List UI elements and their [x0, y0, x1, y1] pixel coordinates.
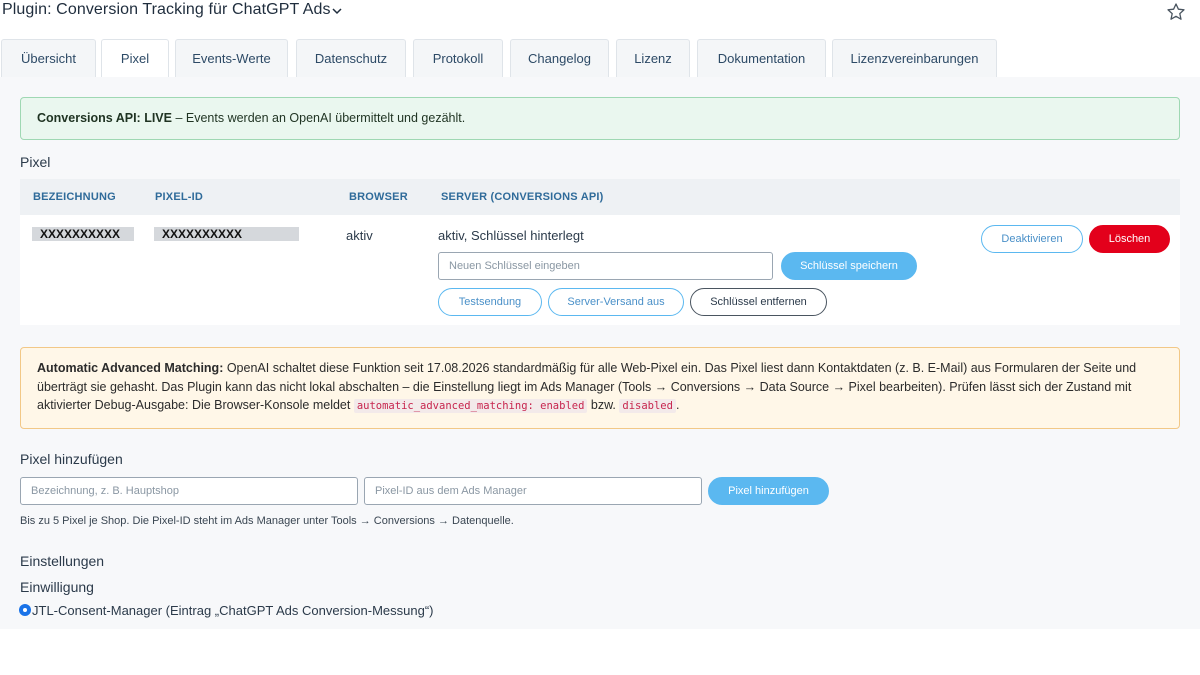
warning-line-3-pre: aktivierter Debug-Ausgabe: Die Browser-K… [37, 398, 354, 412]
tab-content: Conversions API: LIVE – Events werden an… [0, 77, 1200, 629]
server-send-off-button[interactable]: Server-Versand aus [548, 288, 684, 316]
column-header-pixel-id: PIXEL-ID [155, 191, 204, 203]
tab-uebersicht[interactable]: Übersicht [1, 39, 96, 77]
delete-button[interactable]: Löschen [1089, 225, 1170, 253]
warning-line-1: OpenAI schaltet diese Funktion seit 17.0… [223, 361, 1137, 375]
browser-status: aktiv [346, 228, 373, 243]
tab-pixel[interactable]: Pixel [101, 39, 169, 77]
add-pixel-hint: Bis zu 5 Pixel je Shop. Die Pixel-ID ste… [20, 515, 514, 527]
tab-datenschutz[interactable]: Datenschutz [296, 39, 406, 77]
warning-line-3-mid: bzw. [587, 398, 620, 412]
code-disabled: disabled [619, 399, 676, 413]
column-header-bezeichnung: BEZEICHNUNG [33, 191, 116, 203]
warning-strong: Automatic Advanced Matching: [37, 361, 224, 375]
test-send-button[interactable]: Testsendung [438, 288, 542, 316]
consent-manager-label[interactable]: JTL-Consent-Manager (Eintrag „ChatGPT Ad… [32, 603, 433, 618]
add-pixel-title: Pixel hinzufügen [20, 451, 123, 467]
pixel-id-redacted: XXXXXXXXXX [154, 227, 299, 241]
page-title: Plugin: Conversion Tracking für ChatGPT … [2, 1, 331, 18]
column-header-browser: BROWSER [349, 191, 408, 203]
deactivate-button[interactable]: Deaktivieren [981, 225, 1083, 253]
save-key-button[interactable]: Schlüssel speichern [781, 252, 917, 280]
remove-key-button[interactable]: Schlüssel entfernen [690, 288, 827, 316]
tab-protokoll[interactable]: Protokoll [413, 39, 503, 77]
consent-title: Einwilligung [20, 579, 94, 595]
status-alert-strong: Conversions API: LIVE [37, 111, 172, 125]
pixel-name-redacted: XXXXXXXXXX [32, 227, 134, 241]
new-key-input[interactable]: Neuen Schlüssel eingeben [438, 252, 773, 280]
tab-bar: Übersicht Pixel Events-Werte Datenschutz… [0, 39, 1200, 77]
tab-lizenzvereinbarungen[interactable]: Lizenzvereinbarungen [832, 39, 997, 77]
table-row: XXXXXXXXXX XXXXXXXXXX aktiv aktiv, Schlü… [20, 215, 1180, 325]
warning-line-3-post: . [675, 398, 680, 412]
conversions-api-status-alert: Conversions API: LIVE – Events werden an… [20, 97, 1180, 140]
settings-title: Einstellungen [20, 553, 105, 569]
server-status: aktiv, Schlüssel hinterlegt [438, 228, 584, 243]
column-header-server: SERVER (CONVERSIONS API) [441, 191, 604, 203]
pixel-section-title: Pixel [20, 154, 51, 170]
tab-lizenz[interactable]: Lizenz [616, 39, 690, 77]
warning-line-2: überträgt sie gehasht. Das Plugin kann d… [37, 379, 1132, 394]
tab-changelog[interactable]: Changelog [510, 39, 609, 77]
pixel-table-header: BEZEICHNUNG PIXEL-ID BROWSER SERVER (CON… [20, 179, 1180, 215]
status-alert-text: – Events werden an OpenAI übermittelt un… [171, 111, 466, 125]
advanced-matching-warning: Automatic Advanced Matching: OpenAI scha… [20, 347, 1180, 429]
chevron-down-icon[interactable] [332, 6, 342, 16]
page-header: Plugin: Conversion Tracking für ChatGPT … [0, 0, 1200, 30]
pixel-id-input[interactable]: Pixel-ID aus dem Ads Manager [364, 477, 702, 505]
code-enabled: automatic_advanced_matching: enabled [353, 399, 588, 413]
consent-manager-radio[interactable] [20, 605, 30, 615]
pixel-name-input[interactable]: Bezeichnung, z. B. Hauptshop [20, 477, 358, 505]
star-outline-icon[interactable] [1166, 2, 1186, 22]
tab-events-werte[interactable]: Events-Werte [175, 39, 288, 77]
add-pixel-button[interactable]: Pixel hinzufügen [708, 477, 829, 505]
tab-dokumentation[interactable]: Dokumentation [697, 39, 826, 77]
